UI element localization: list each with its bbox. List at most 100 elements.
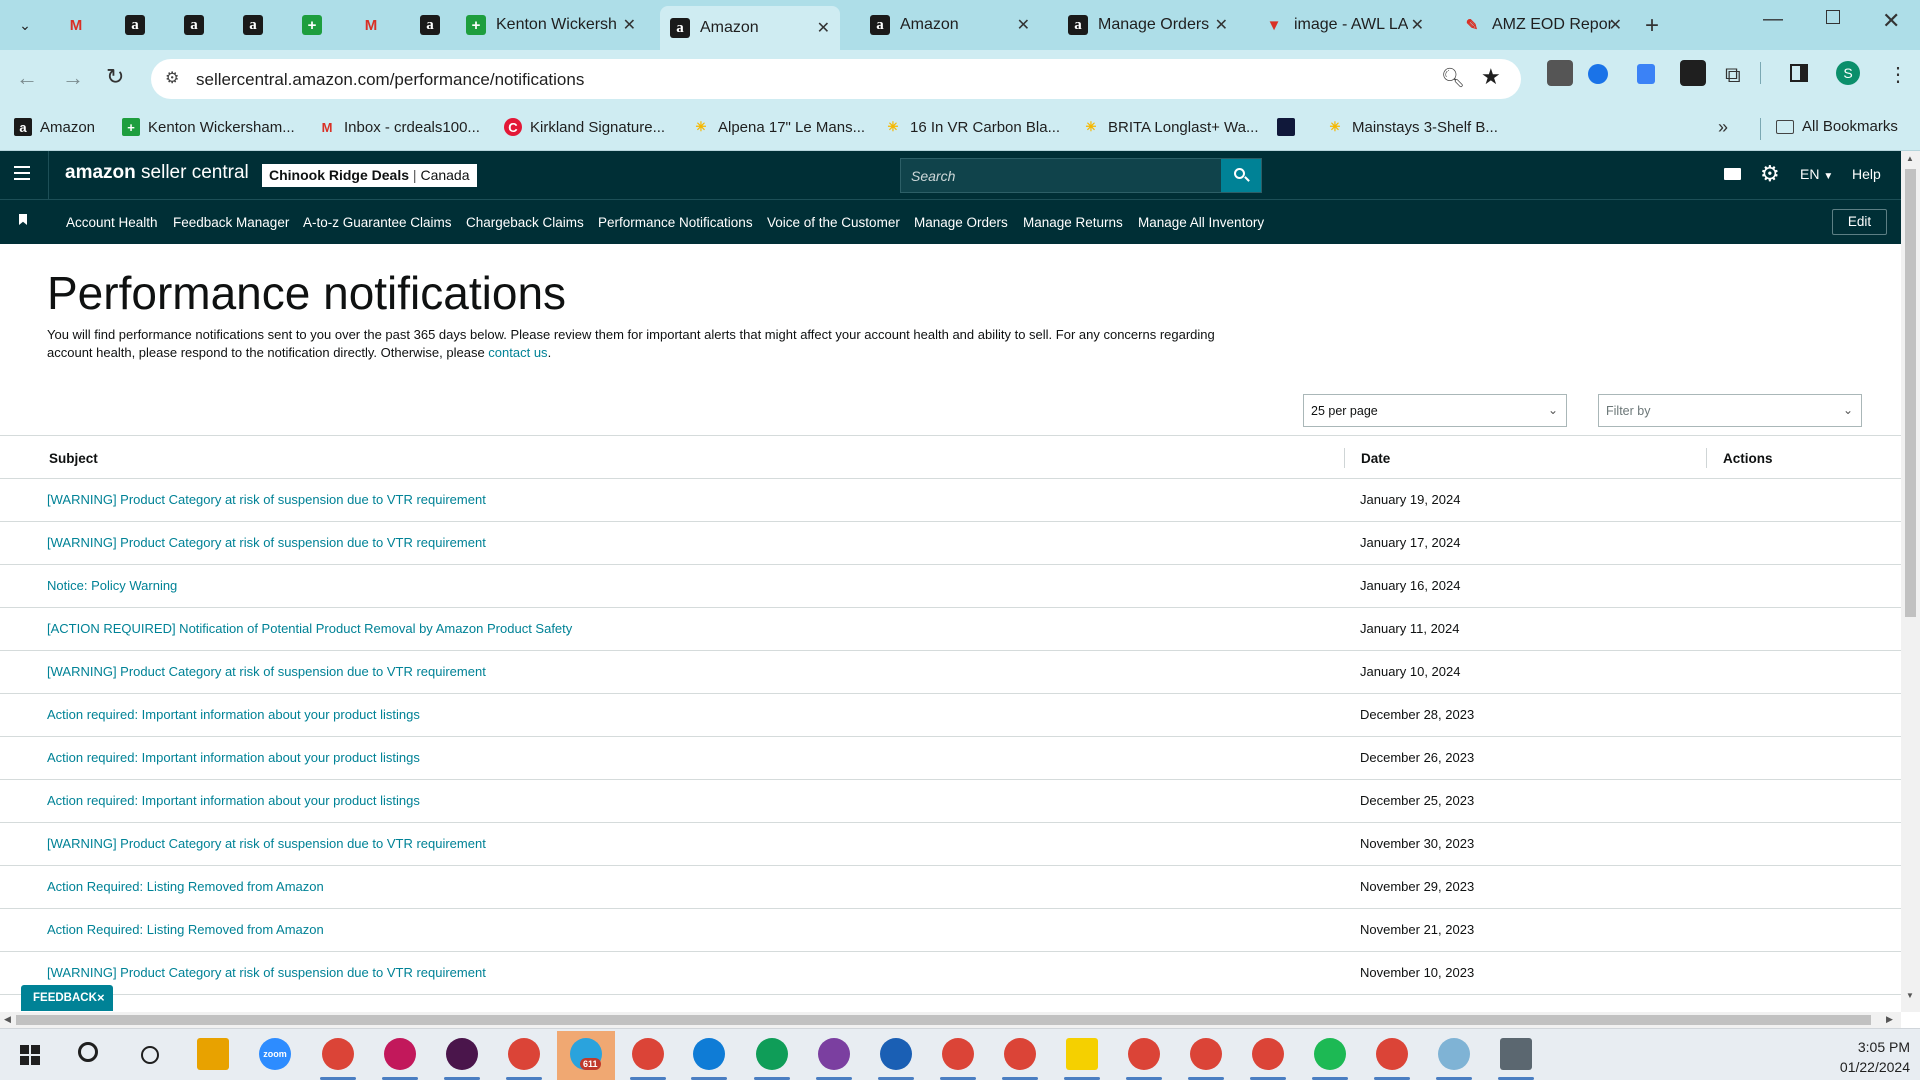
menu-kebab-icon[interactable]: ⋮ [1888, 62, 1908, 87]
chrome-icon[interactable] [818, 1038, 850, 1070]
notification-subject-link[interactable]: [WARNING] Product Category at risk of su… [47, 664, 486, 679]
browser-tab[interactable]: a [174, 8, 214, 42]
scroll-down-arrow-icon[interactable]: ▼ [1906, 991, 1914, 1000]
zoom-icon[interactable]: 🔍︎ [1441, 66, 1465, 90]
column-date[interactable]: Date [1361, 451, 1390, 466]
restore-button[interactable] [1826, 10, 1840, 24]
profile-avatar[interactable]: S [1836, 61, 1860, 85]
tab-search-button[interactable]: ⌄ [10, 8, 40, 42]
browser-tab[interactable]: ▼ image - AWL LA ✕ [1254, 8, 1434, 42]
chrome-icon[interactable] [942, 1038, 974, 1070]
minimize-button[interactable]: — [1763, 8, 1783, 31]
all-bookmarks[interactable]: All Bookmarks [1776, 118, 1898, 135]
notification-subject-link[interactable]: Notice: Policy Warning [47, 578, 177, 593]
scroll-left-arrow-icon[interactable]: ◀ [4, 1014, 11, 1025]
windows-start-icon[interactable] [20, 1045, 40, 1065]
browser-tab[interactable]: + Kenton Wickersh ✕ [456, 8, 646, 42]
chrome-icon[interactable] [508, 1038, 540, 1070]
bookmark-item[interactable]: ✳ Alpena 17" Le Mans... [692, 118, 866, 136]
bookmark-item[interactable]: ✳ Mainstays 3-Shelf B... [1326, 118, 1498, 136]
browser-tab[interactable]: a Amazon ✕ [860, 8, 1040, 42]
sticky-notes-icon[interactable] [1066, 1038, 1098, 1070]
language-selector[interactable]: EN ▼ [1800, 166, 1833, 182]
address-bar[interactable]: ⚙ sellercentral.amazon.com/performance/n… [151, 59, 1521, 99]
nav-item[interactable]: Manage Orders [914, 215, 1008, 230]
edit-nav-button[interactable]: Edit [1832, 209, 1887, 235]
back-button[interactable]: ← [16, 65, 38, 91]
bookmark-item[interactable]: ✳ 16 In VR Carbon Bla... [884, 118, 1061, 136]
column-subject[interactable]: Subject [49, 451, 98, 466]
bookmark-item[interactable] [1277, 118, 1303, 136]
close-tab-icon[interactable]: ✕ [817, 18, 830, 38]
extension-off-icon[interactable] [1547, 60, 1573, 86]
chrome-icon[interactable] [756, 1038, 788, 1070]
reload-button[interactable]: ↻ [106, 64, 124, 90]
notification-subject-link[interactable]: [ACTION REQUIRED] Notification of Potent… [47, 621, 572, 636]
slack-icon[interactable] [446, 1038, 478, 1070]
close-window-button[interactable]: ✕ [1882, 8, 1900, 34]
file-explorer-icon[interactable] [197, 1038, 229, 1070]
filter-select[interactable]: Filter by ⌄ [1598, 394, 1862, 427]
scroll-right-arrow-icon[interactable]: ▶ [1886, 1014, 1893, 1025]
notification-subject-link[interactable]: [WARNING] Product Category at risk of su… [47, 535, 486, 550]
nav-item[interactable]: Voice of the Customer [767, 215, 900, 230]
horizontal-scroll-thumb[interactable] [16, 1015, 1871, 1025]
nav-item[interactable]: Chargeback Claims [466, 215, 584, 230]
chrome-icon[interactable] [1376, 1038, 1408, 1070]
close-tab-icon[interactable]: ✕ [1017, 15, 1030, 35]
messages-icon[interactable] [1724, 168, 1741, 180]
spotify-icon[interactable] [1314, 1038, 1346, 1070]
store-switcher[interactable]: Chinook Ridge Deals | Canada [262, 164, 477, 187]
nav-item[interactable]: Performance Notifications [598, 215, 753, 230]
notification-subject-link[interactable]: Action Required: Listing Removed from Am… [47, 879, 324, 894]
vertical-scrollbar[interactable]: ▲ ▼ [1901, 151, 1920, 1012]
bookmark-item[interactable]: ✳ BRITA Longlast+ Wa... [1082, 118, 1259, 136]
new-tab-button[interactable]: + [1645, 12, 1659, 40]
scroll-up-arrow-icon[interactable]: ▲ [1906, 154, 1914, 163]
chrome-icon[interactable] [322, 1038, 354, 1070]
system-clock[interactable]: 3:05 PM 01/22/2024 [1840, 1037, 1910, 1077]
seller-central-logo[interactable]: amazon seller central [65, 162, 249, 184]
search-box[interactable]: Search [900, 158, 1262, 193]
notification-subject-link[interactable]: Action required: Important information a… [47, 793, 420, 808]
chrome-icon[interactable] [1252, 1038, 1284, 1070]
per-page-select[interactable]: 25 per page ⌄ [1303, 394, 1567, 427]
chrome-icon[interactable] [880, 1038, 912, 1070]
snipping-tool-icon[interactable] [384, 1038, 416, 1070]
side-panel-icon[interactable] [1790, 64, 1808, 82]
search-icon[interactable] [78, 1042, 98, 1062]
close-tab-icon[interactable]: ✕ [1215, 15, 1228, 35]
chrome-icon[interactable] [1190, 1038, 1222, 1070]
notification-subject-link[interactable]: Action Required: Listing Removed from Am… [47, 922, 324, 937]
bookmark-item[interactable]: C Kirkland Signature... [504, 118, 665, 136]
calculator-icon[interactable] [1500, 1038, 1532, 1070]
extensions-puzzle-icon[interactable]: ⧉ [1725, 62, 1741, 88]
search-input[interactable]: Search [911, 168, 955, 184]
browser-tab[interactable]: + [292, 8, 332, 42]
browser-tab[interactable]: a Manage Orders ✕ [1058, 8, 1238, 42]
vertical-scroll-thumb[interactable] [1905, 169, 1916, 617]
browser-tab[interactable]: M [351, 8, 391, 42]
close-tab-icon[interactable]: ✕ [1411, 15, 1424, 35]
notification-subject-link[interactable]: [WARNING] Product Category at risk of su… [47, 836, 486, 851]
bookmark-star-icon[interactable]: ★ [1481, 64, 1501, 90]
bookmark-item[interactable]: a Amazon [14, 118, 95, 136]
browser-tab[interactable]: M [56, 8, 96, 42]
contact-us-link[interactable]: contact us [488, 345, 547, 360]
nav-item[interactable]: A-to-z Guarantee Claims [303, 215, 452, 230]
browser-tab[interactable]: ✎ AMZ EOD Repor ✕ [1452, 8, 1632, 42]
notification-subject-link[interactable]: [WARNING] Product Category at risk of su… [47, 965, 486, 980]
chrome-icon[interactable] [1004, 1038, 1036, 1070]
bookmark-icon[interactable] [19, 214, 27, 225]
nav-item[interactable]: Account Health [66, 215, 158, 230]
nav-item[interactable]: Feedback Manager [173, 215, 289, 230]
bookmark-item[interactable]: + Kenton Wickersham... [122, 118, 295, 136]
zoom-icon[interactable]: zoom [259, 1038, 291, 1070]
telegram-icon[interactable]: 611 [570, 1038, 602, 1070]
nav-item[interactable]: Manage Returns [1023, 215, 1123, 230]
browser-tab[interactable]: a [410, 8, 450, 42]
settings-gear-icon[interactable]: ⚙ [1760, 161, 1780, 187]
more-bookmarks-icon[interactable]: » [1718, 117, 1728, 138]
forward-button[interactable]: → [62, 65, 84, 91]
extension-link-icon[interactable] [1637, 64, 1655, 84]
